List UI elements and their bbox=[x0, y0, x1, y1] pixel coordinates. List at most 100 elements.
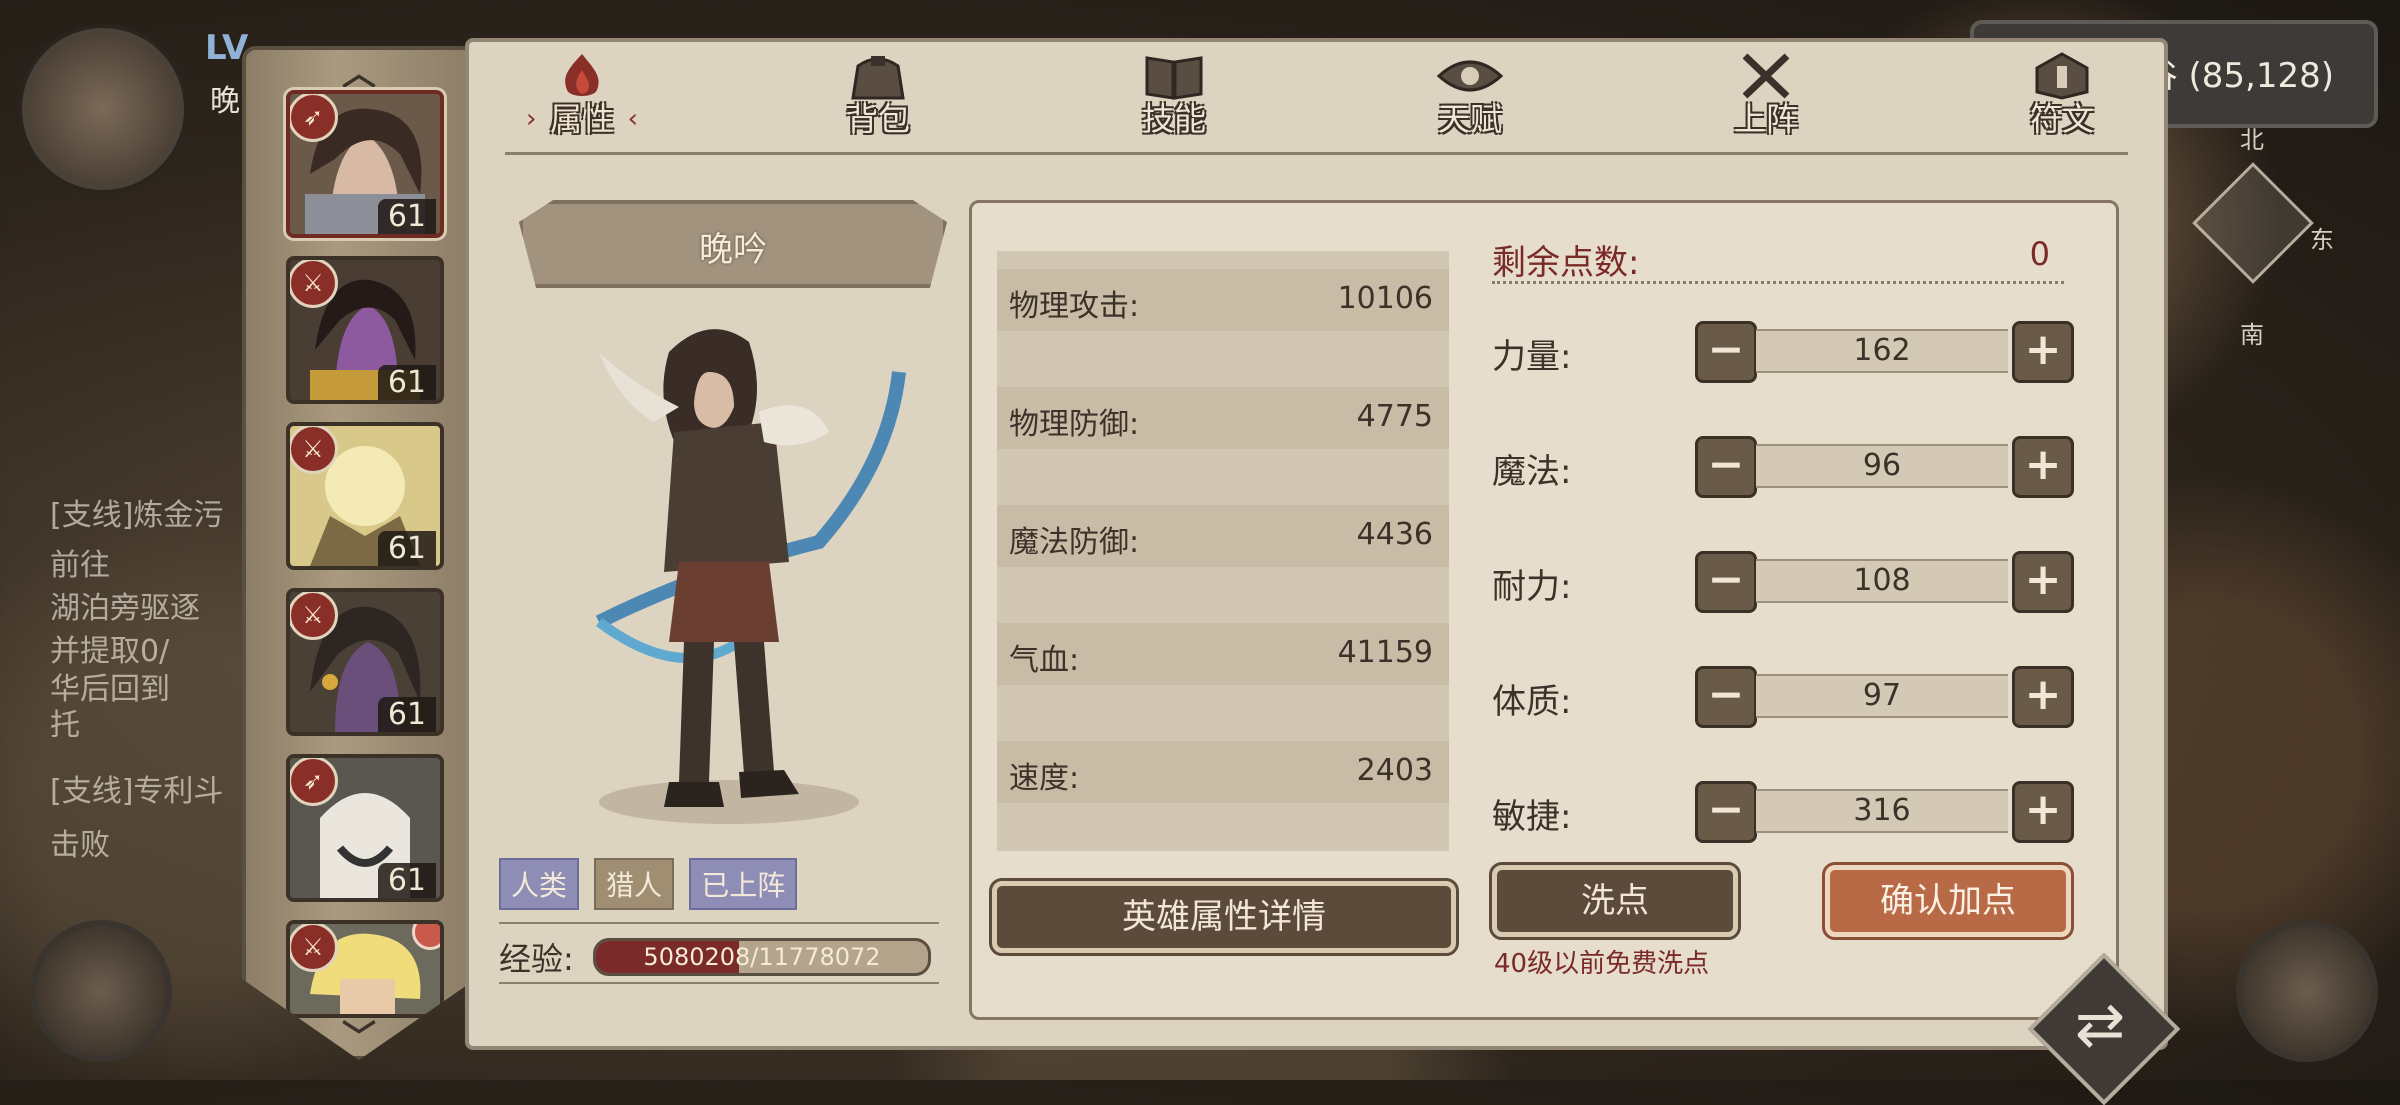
attribute-row-strength: 力量: − 162 + bbox=[1492, 321, 2074, 383]
hero-card[interactable]: ⚔ 61 bbox=[286, 256, 444, 404]
hero-list-panel[interactable]: ︿ ➶ 61 ⚔ 61 ⚔ 61 ⚔ 61 ➶ 61 ⚔ ﹀ bbox=[242, 46, 476, 1060]
exp-bar: 5080208/11778072 bbox=[593, 938, 931, 976]
attribute-value: 162 bbox=[1756, 329, 2008, 373]
hero-card[interactable]: ➶ 61 bbox=[286, 754, 444, 902]
stat-value: 41159 bbox=[1337, 635, 1433, 670]
eye-icon bbox=[1436, 60, 1504, 92]
tab-label: 符文 bbox=[2029, 100, 2094, 138]
player-level-label: LV bbox=[205, 28, 249, 68]
class-bow-icon: ➶ bbox=[290, 758, 338, 806]
exp-divider-top bbox=[499, 922, 939, 924]
hero-name-banner: 晚吟 bbox=[519, 200, 947, 288]
compass: 北 东 南 bbox=[2170, 120, 2334, 349]
hero-level: 61 bbox=[377, 531, 436, 566]
book-icon bbox=[1145, 56, 1203, 100]
stat-row: 速度: 2403 bbox=[997, 741, 1449, 803]
attribute-value: 108 bbox=[1756, 559, 2008, 603]
attribute-row-endurance: 耐力: − 108 + bbox=[1492, 551, 2074, 613]
flame-icon bbox=[565, 54, 599, 96]
attribute-name: 体质: bbox=[1492, 682, 1572, 722]
exp-divider-bottom bbox=[499, 982, 939, 984]
decrease-button[interactable]: − bbox=[1695, 321, 1757, 383]
stat-value: 4436 bbox=[1356, 517, 1433, 552]
race-tag: 人类 bbox=[499, 858, 580, 910]
stat-name: 魔法防御: bbox=[1009, 525, 1140, 560]
crossed-swords-icon bbox=[1742, 53, 1790, 99]
quest-line[interactable]: 湖泊旁驱逐 bbox=[50, 583, 200, 627]
attribute-name: 耐力: bbox=[1492, 567, 1572, 607]
tab-attributes[interactable]: 属性 bbox=[512, 52, 652, 152]
increase-button[interactable]: + bbox=[2012, 551, 2074, 613]
reset-points-button[interactable]: 洗点 bbox=[1489, 862, 1741, 940]
bag-icon bbox=[851, 56, 905, 100]
player-name-initial: 晚 bbox=[210, 84, 240, 119]
stats-box: 物理攻击: 10106 物理防御: 4775 魔法防御: 4436 气血: 41… bbox=[969, 200, 2119, 1020]
attribute-value: 316 bbox=[1756, 789, 2008, 833]
player-avatar[interactable] bbox=[22, 28, 184, 190]
confirm-points-button[interactable]: 确认加点 bbox=[1822, 862, 2074, 940]
quest-line[interactable]: 击败 bbox=[50, 820, 110, 864]
class-tag: 猎人 bbox=[594, 858, 675, 910]
stat-value: 10106 bbox=[1337, 281, 1433, 316]
tab-talent[interactable]: 天赋 bbox=[1400, 52, 1540, 152]
tab-label: 上阵 bbox=[1733, 100, 1798, 138]
quest-line[interactable]: [支线]炼金污 bbox=[50, 490, 223, 534]
remaining-points-value: 0 bbox=[2029, 235, 2050, 273]
quest-line[interactable]: 前往 bbox=[50, 540, 110, 584]
rune-icon bbox=[2035, 52, 2089, 100]
stat-value: 2403 bbox=[1356, 753, 1433, 788]
decrease-button[interactable]: − bbox=[1695, 666, 1757, 728]
quest-line[interactable]: [支线]专利斗 bbox=[50, 766, 223, 810]
hero-level: 61 bbox=[377, 365, 436, 400]
remaining-points-label: 剩余点数: bbox=[1492, 243, 1640, 283]
class-sword-icon: ⚔ bbox=[290, 426, 338, 474]
scroll-up-icon[interactable]: ︿ bbox=[246, 46, 472, 95]
deploy-status-tag: 已上阵 bbox=[689, 858, 798, 910]
reset-note: 40级以前免费洗点 bbox=[1494, 949, 1710, 979]
hero-level: 61 bbox=[377, 697, 436, 732]
tab-bag[interactable]: 背包 bbox=[808, 52, 948, 152]
home-button[interactable] bbox=[2236, 920, 2378, 1062]
exp-label: 经验: bbox=[499, 940, 574, 978]
stat-value: 4775 bbox=[1356, 399, 1433, 434]
exp-value: 5080208/11778072 bbox=[643, 943, 881, 971]
hero-card[interactable]: ⚔ 61 bbox=[286, 588, 444, 736]
increase-button[interactable]: + bbox=[2012, 436, 2074, 498]
attribute-name: 魔法: bbox=[1492, 452, 1572, 492]
swap-arrows-icon: ⇄ bbox=[2074, 990, 2126, 1060]
class-sword-icon: ⚔ bbox=[290, 924, 338, 972]
tab-deploy[interactable]: 上阵 bbox=[1696, 52, 1836, 152]
stat-row: 物理攻击: 10106 bbox=[997, 269, 1449, 331]
increase-button[interactable]: + bbox=[2012, 666, 2074, 728]
attribute-row-agility: 敏捷: − 316 + bbox=[1492, 781, 2074, 843]
tab-divider bbox=[505, 152, 2128, 155]
compass-south: 南 bbox=[2240, 321, 2264, 349]
hero-attribute-panel: 属性 背包 技能 天赋 上阵 符文 晚吟 bbox=[465, 38, 2168, 1050]
hero-card[interactable]: ➶ 61 bbox=[286, 90, 444, 238]
decrease-button[interactable]: − bbox=[1695, 436, 1757, 498]
tab-runes[interactable]: 符文 bbox=[1992, 52, 2132, 152]
hero-card[interactable]: ⚔ 61 bbox=[286, 422, 444, 570]
hero-details-button[interactable]: 英雄属性详情 bbox=[989, 878, 1459, 956]
decrease-button[interactable]: − bbox=[1695, 781, 1757, 843]
attribute-value: 96 bbox=[1756, 444, 2008, 488]
class-sword-icon: ⚔ bbox=[290, 260, 338, 308]
remaining-points: 剩余点数: 0 bbox=[1492, 231, 2064, 284]
decrease-button[interactable]: − bbox=[1695, 551, 1757, 613]
hero-name: 晚吟 bbox=[699, 230, 767, 270]
quest-line[interactable]: 托 bbox=[50, 700, 80, 744]
map-button[interactable] bbox=[30, 920, 172, 1062]
stat-row: 魔法防御: 4436 bbox=[997, 505, 1449, 567]
tab-label: 天赋 bbox=[1437, 100, 1502, 138]
increase-button[interactable]: + bbox=[2012, 321, 2074, 383]
class-sword-icon: ⚔ bbox=[290, 592, 338, 640]
compass-rose-icon bbox=[2192, 162, 2314, 284]
attribute-name: 敏捷: bbox=[1492, 797, 1572, 837]
hero-level: 61 bbox=[377, 199, 436, 234]
compass-east: 东 bbox=[2310, 226, 2334, 254]
increase-button[interactable]: + bbox=[2012, 781, 2074, 843]
stat-name: 物理防御: bbox=[1009, 407, 1140, 442]
attribute-value: 97 bbox=[1756, 674, 2008, 718]
hero-card[interactable]: ⚔ bbox=[286, 920, 444, 1018]
tab-skills[interactable]: 技能 bbox=[1104, 52, 1244, 152]
